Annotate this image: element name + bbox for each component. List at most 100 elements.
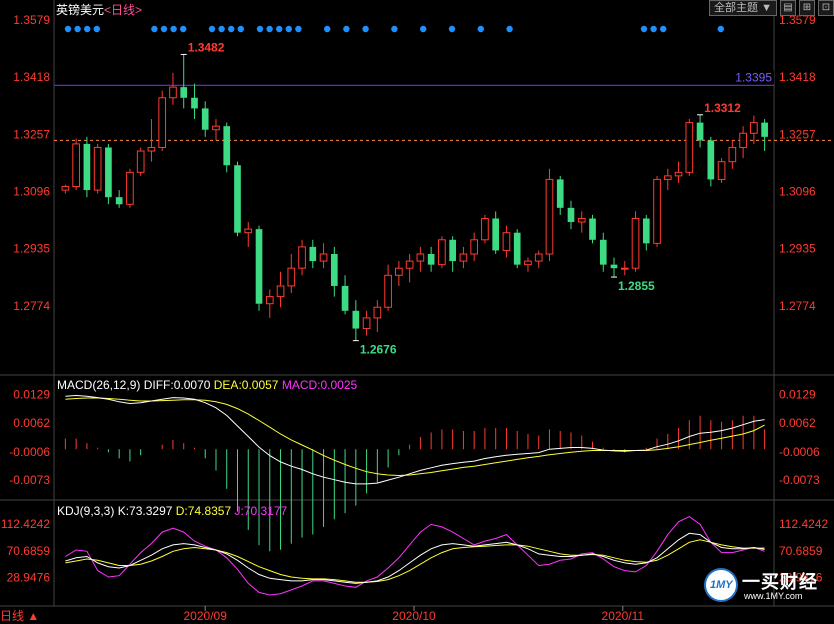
macd-y-tick-left: 0.0062 [13,416,50,430]
candle-body [352,310,360,329]
x-tick-label: 2020/09 [184,609,228,623]
macd-y-tick-right: 0.0062 [779,416,816,430]
top-toolbar: 全部主题 ▼ ▤ ⊞ ⊡ [709,0,834,16]
kdj-y-tick-left: 112.4242 [1,517,50,531]
price-annotation: 1.2855 [618,279,655,293]
candle-body [83,143,91,191]
candle-body [265,296,274,305]
candle-body [93,146,102,191]
candle-body [115,197,123,205]
candle-body [545,178,554,255]
candle-body [567,207,575,223]
price-y-tick-right: 1.3418 [779,70,816,84]
event-dot [170,25,177,33]
price-y-tick-left: 1.2774 [13,299,50,313]
candle-body [147,146,156,152]
candle-body [384,274,392,308]
candle-body [631,217,640,269]
candle-body [577,217,586,223]
event-dot [160,25,168,33]
candle-body [105,147,112,198]
grid-icon[interactable]: ⊞ [799,0,815,16]
macd-y-tick-right: -0.0073 [779,473,820,487]
price-annotation: 1.3482 [188,40,225,54]
candle-body [373,306,382,319]
event-dot [151,25,158,33]
event-dot [324,25,331,33]
candle-body [169,86,177,99]
macd-diff-line [65,394,765,485]
macd-y-tick-right: -0.0006 [779,445,820,459]
candle-body [201,108,209,130]
event-dot [237,25,244,33]
price-y-tick-left: 1.2935 [13,242,50,256]
candle-body [750,122,758,134]
event-dot [208,25,216,33]
price-y-tick-right: 1.3096 [779,185,816,199]
theme-dropdown[interactable]: 全部主题 ▼ [709,0,777,16]
event-dot [276,25,283,33]
event-dot [93,25,101,33]
period-selector[interactable]: <日线> [104,3,142,17]
candle-body [126,171,134,205]
period-toggle[interactable]: 日线 ▲ [0,607,39,624]
candle-body [470,239,479,255]
candle-body [61,186,70,191]
list-icon[interactable]: ▤ [780,0,796,16]
kdj-legend: KDJ(9,3,3) K:73.3297 D:74.8357 J:70.3177 [57,504,287,518]
price-annotation: 1.3312 [704,101,741,115]
brand-logo: 1MY 一买财经 www.1MY.com [704,568,824,604]
candle-body [685,122,694,173]
candle-body [524,260,532,266]
candle-body [642,218,650,244]
event-dot [650,25,657,33]
candle-body [717,161,726,180]
event-dot [640,25,648,33]
event-dot [180,25,187,33]
kdj-k-value: K:73.3297 [117,504,173,518]
candle-body [739,132,747,148]
macd-diff-value: DIFF:0.0070 [143,378,211,392]
event-dot [64,25,72,33]
price-y-tick-right: 1.2774 [779,299,816,313]
kdj-j-value: J:70.3177 [234,504,288,518]
candle-body [438,239,446,266]
kdj-y-tick-right: 112.4242 [779,517,828,531]
candle-body [416,253,425,262]
candle-body [319,253,328,262]
candle-body [362,317,371,330]
candle-body [707,140,715,180]
price-y-tick-left: 1.3579 [13,13,50,27]
kdj-y-tick-right: 70.6859 [779,544,823,558]
kdj-y-tick-left: 28.9476 [7,571,51,585]
macd-y-tick-left: 0.0129 [13,388,50,402]
kdj-y-tick-left: 70.6859 [7,544,51,558]
candle-body [180,87,188,98]
candle-body [459,253,468,262]
candle-body [330,253,338,286]
candle-body [191,97,198,109]
candle-body [449,239,456,262]
candle-body [255,229,263,304]
candle-body [481,217,489,241]
event-dot [228,25,235,33]
price-annotation: 1.2676 [360,343,397,357]
candle-body [663,175,672,180]
chart-canvas: 1.3579 1.35791.3418 1.34181.3257 1.32571.30… [0,0,834,623]
candle-body [244,228,253,234]
candle-body [653,178,661,244]
event-dot [295,25,302,33]
price-y-tick-right: 1.3257 [779,127,816,141]
candle-body [502,232,511,251]
chart-header: 英镑美元<日线> [56,1,142,18]
window-icon[interactable]: ⊡ [818,0,834,16]
candle-body [276,285,285,298]
candle-body [599,239,607,265]
logo-url: www.1MY.com [744,591,803,601]
event-dot [506,25,513,33]
candle-body [620,267,629,270]
candle-body [212,125,220,131]
candle-body [341,285,349,311]
symbol-title: 英镑美元 [56,3,105,17]
macd-macd-value: MACD:0.0025 [281,378,358,392]
